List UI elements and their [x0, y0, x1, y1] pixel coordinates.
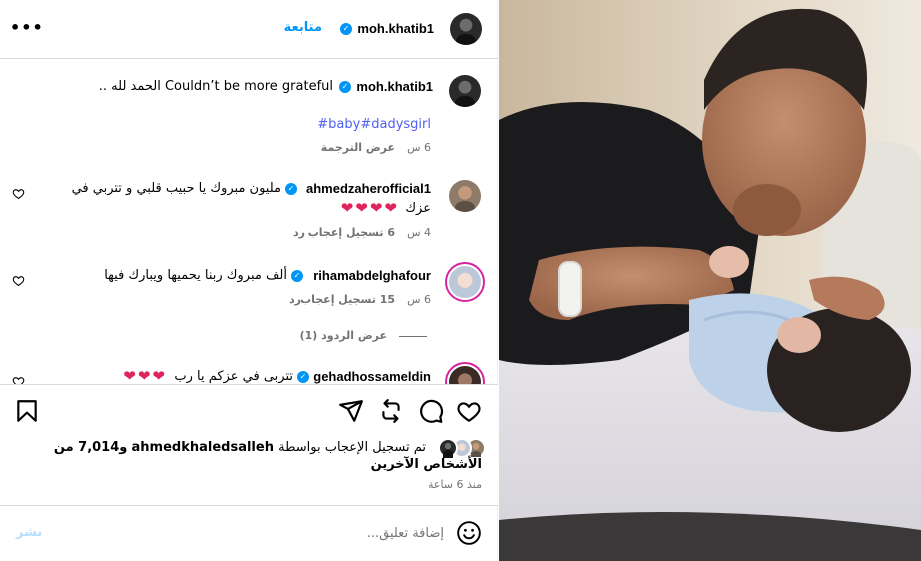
comment-time: 4 س: [407, 226, 431, 239]
post-header: moh.khatib1 ✓ متابعة •••: [0, 0, 498, 59]
more-horizontal-icon[interactable]: •••: [10, 20, 43, 36]
reply-button[interactable]: رد: [289, 293, 301, 306]
post-time[interactable]: منذ 6 ساعة: [428, 478, 482, 491]
heart-icon[interactable]: [456, 398, 482, 424]
reply-button[interactable]: رد: [293, 226, 305, 239]
likes-prefix: تم تسجيل الإعجاب بواسطة: [278, 440, 426, 455]
comment-text: تتربى في عزكم يا رب: [174, 369, 293, 384]
post-photo[interactable]: [499, 0, 921, 561]
comment-like-heart-icon[interactable]: [12, 187, 25, 200]
comment-username[interactable]: gehadhossameldin: [313, 369, 431, 384]
bookmark-icon[interactable]: [14, 398, 40, 424]
liker-username[interactable]: ahmedkhaledsalleh: [132, 440, 274, 455]
comment-time: 6 س: [407, 293, 431, 306]
comment-like-heart-icon[interactable]: [12, 274, 25, 287]
photo-illustration: [499, 0, 921, 561]
comment-text: ألف مبروك ربنا يحميها ويبارك فيها: [104, 268, 287, 283]
verified-badge-icon: ✓: [285, 183, 297, 195]
author-avatar[interactable]: [450, 13, 482, 45]
replies-divider: [399, 336, 427, 337]
comment-username[interactable]: ahmedzaherofficial1: [306, 181, 431, 196]
follow-button[interactable]: متابعة: [284, 20, 322, 35]
comment-text-cont: عزك: [405, 201, 431, 216]
comment-likes[interactable]: 15 تسجيل إعجاب: [300, 293, 395, 306]
comment-likes[interactable]: 6 تسجيل إعجاب: [308, 226, 395, 239]
comment-username[interactable]: rihamabdelghafour: [313, 268, 431, 283]
comment-avatar[interactable]: [449, 180, 481, 212]
caption-text: Couldn’t be more grateful الحمد لله ..: [98, 79, 333, 94]
post-actions: تم تسجيل الإعجاب بواسطة ahmedkhaledsalle…: [0, 384, 498, 505]
author-username[interactable]: moh.khatib1: [357, 21, 434, 36]
hearts-emoji: ❤❤❤❤: [340, 199, 399, 217]
likes-summary: تم تسجيل الإعجاب بواسطة ahmedkhaledsalle…: [14, 439, 482, 473]
comment-icon[interactable]: [418, 398, 444, 424]
comment-input[interactable]: [84, 522, 444, 544]
comment-text: مليون مبروك يا حبيب قلبي و تتربي في: [71, 181, 281, 196]
caption-author-avatar[interactable]: [449, 75, 481, 107]
verified-badge-icon: ✓: [340, 23, 352, 35]
verified-badge-icon: ✓: [339, 81, 351, 93]
post-details-panel: moh.khatib1 ✓ متابعة ••• moh.khatib1 ✓ C…: [0, 0, 498, 561]
caption-time: 6 س: [407, 141, 431, 154]
share-icon[interactable]: [338, 398, 364, 424]
verified-badge-icon: ✓: [291, 270, 303, 282]
repost-icon[interactable]: [378, 398, 404, 424]
post-comment-button[interactable]: نشر: [16, 525, 42, 540]
translate-link[interactable]: عرض الترجمة: [321, 141, 395, 154]
hearts-emoji: ❤❤❤: [123, 367, 167, 385]
verified-badge-icon: ✓: [297, 371, 309, 383]
view-replies-link[interactable]: عرض الردود (1): [300, 329, 387, 342]
story-ring-avatar[interactable]: [445, 262, 485, 302]
caption-hashtags[interactable]: #baby#dadysgirl: [317, 117, 431, 132]
caption-username[interactable]: moh.khatib1: [356, 79, 433, 94]
comment-bar: نشر: [0, 505, 498, 561]
emoji-icon[interactable]: [456, 520, 482, 546]
